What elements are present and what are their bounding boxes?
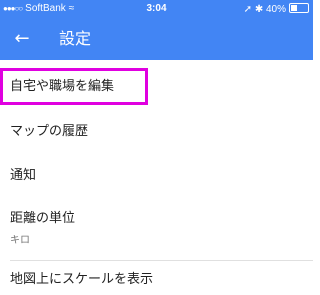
divider <box>10 260 313 261</box>
app-bar: ← 設定 <box>0 18 313 60</box>
settings-item-label: 通知 <box>10 168 37 183</box>
battery-fill <box>291 5 297 11</box>
settings-item-label: マップの履歴 <box>10 124 89 139</box>
settings-item-label: 地図上にスケールを表示 <box>10 272 154 287</box>
status-bar: ●●●○○ SoftBank ≈ 3:04 ➚ ✱ 40% <box>0 0 313 18</box>
settings-item-label: 距離の単位 <box>10 211 76 226</box>
battery-icon <box>289 3 309 13</box>
settings-item-value: キロ <box>10 235 30 246</box>
status-indicators: ➚ ✱ 40% <box>243 4 286 15</box>
highlight-box <box>0 68 148 105</box>
back-arrow-icon[interactable]: ← <box>10 28 34 50</box>
status-right: ➚ ✱ 40% <box>244 3 309 15</box>
page-title: 設定 <box>59 29 92 48</box>
